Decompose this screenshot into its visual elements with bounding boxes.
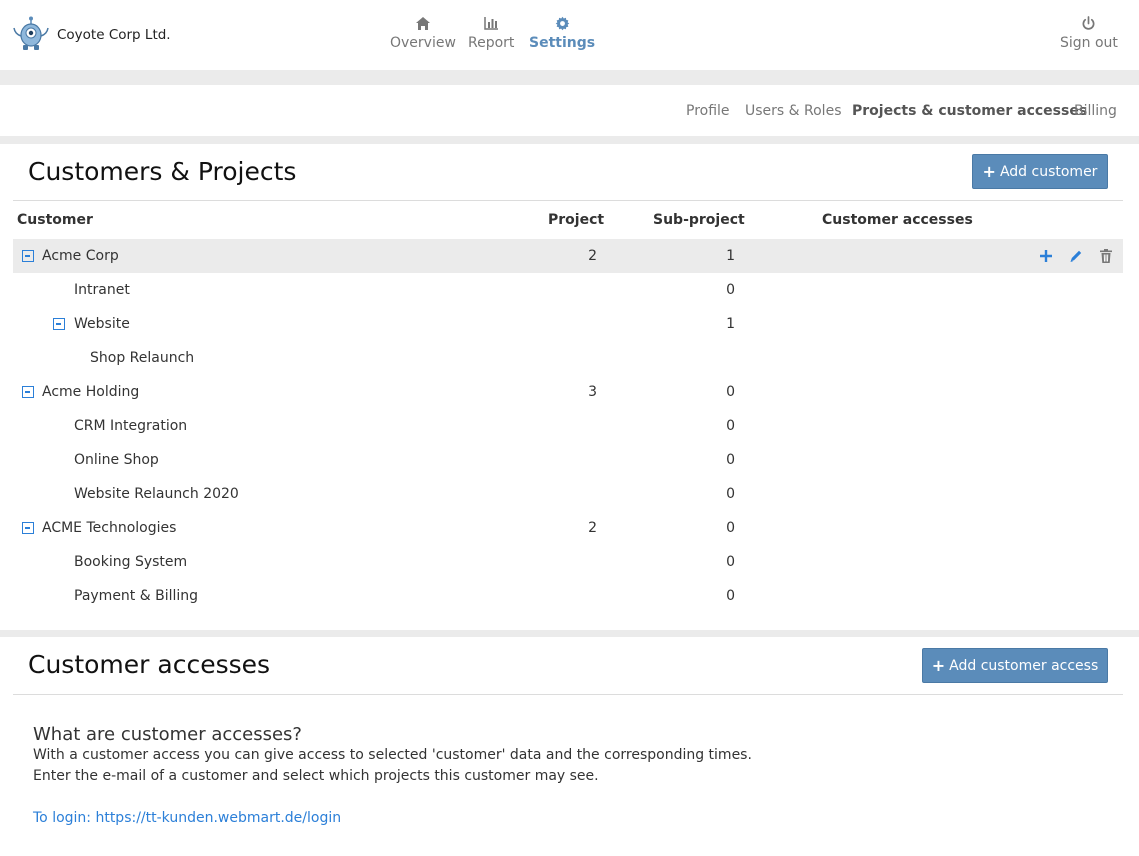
top-navigation: Coyote Corp Ltd. Overview Report Setting…: [0, 0, 1139, 70]
divider: [13, 694, 1123, 695]
plus-icon: +: [931, 655, 946, 675]
row-project-count: 3: [588, 384, 597, 400]
add-customer-label: Add customer: [999, 163, 1098, 180]
row-name: Shop Relaunch: [90, 350, 195, 366]
table-row-customer[interactable]: Acme Corp 2 1: [13, 239, 1123, 273]
row-subproject-count: 1: [726, 248, 735, 264]
table-row-project[interactable]: Booking System 0: [13, 545, 1123, 579]
row-subproject-count: 0: [726, 452, 735, 468]
table-row-project[interactable]: Website 1: [13, 307, 1123, 341]
nav-settings-label: Settings: [529, 35, 596, 51]
row-name: CRM Integration: [74, 418, 188, 434]
home-icon: [390, 16, 456, 32]
add-customer-button[interactable]: + Add customer: [972, 154, 1108, 189]
power-icon: [1060, 16, 1118, 32]
tab-projects-customer-accesses[interactable]: Projects & customer accesses: [852, 103, 1087, 119]
table-row-project[interactable]: Payment & Billing 0: [13, 579, 1123, 613]
row-subproject-count: 0: [726, 486, 735, 502]
nav-report[interactable]: Report: [468, 16, 514, 51]
gear-icon: [529, 16, 595, 32]
divider: [13, 200, 1123, 201]
info-heading: What are customer accesses?: [33, 724, 302, 745]
row-subproject-count: 0: [726, 384, 735, 400]
nav-overview-label: Overview: [390, 35, 456, 51]
column-header-project: Project: [548, 212, 605, 228]
add-icon[interactable]: [1038, 248, 1054, 264]
collapse-toggle-icon[interactable]: [53, 318, 65, 330]
row-project-count: 2: [588, 248, 597, 264]
row-name: Website Relaunch 2020: [74, 486, 239, 502]
row-project-count: 2: [588, 520, 597, 536]
table-row-subproject[interactable]: Shop Relaunch: [13, 341, 1123, 375]
trash-icon[interactable]: [1099, 248, 1115, 264]
plus-icon: +: [982, 161, 996, 181]
table-row-project[interactable]: CRM Integration 0: [13, 409, 1123, 443]
collapse-toggle-icon[interactable]: [22, 522, 34, 534]
edit-pencil-icon[interactable]: [1068, 248, 1084, 264]
table-row-project[interactable]: Online Shop 0: [13, 443, 1123, 477]
row-name: Booking System: [74, 554, 188, 570]
info-text-line1: With a customer access you can give acce…: [33, 747, 752, 763]
column-header-subproject: Sub-project: [653, 212, 745, 228]
row-name: ACME Technologies: [42, 520, 177, 536]
add-customer-access-label: Add customer access: [949, 657, 1099, 674]
collapse-toggle-icon[interactable]: [22, 250, 34, 262]
table-row-project[interactable]: Website Relaunch 2020 0: [13, 477, 1123, 511]
login-link[interactable]: To login: https://tt-kunden.webmart.de/l…: [33, 810, 341, 826]
nav-overview[interactable]: Overview: [390, 16, 456, 51]
tab-profile[interactable]: Profile: [686, 103, 730, 119]
row-name: Website: [74, 316, 130, 332]
row-subproject-count: 0: [726, 520, 735, 536]
column-header-customer: Customer: [17, 212, 93, 228]
robot-logo-icon: [13, 16, 49, 50]
row-subproject-count: 0: [726, 282, 735, 298]
customer-accesses-title: Customer accesses: [28, 650, 271, 679]
table-row-customer[interactable]: Acme Holding 3 0: [13, 375, 1123, 409]
column-header-customer-accesses: Customer accesses: [822, 212, 973, 228]
company-name: Coyote Corp Ltd.: [57, 27, 171, 43]
settings-subnav: Profile Users & Roles Projects & custome…: [0, 85, 1139, 136]
table-row-customer[interactable]: ACME Technologies 2 0: [13, 511, 1123, 545]
row-subproject-count: 0: [726, 418, 735, 434]
customers-projects-title: Customers & Projects: [28, 157, 297, 186]
brand[interactable]: Coyote Corp Ltd.: [12, 16, 171, 54]
bar-chart-icon: [468, 16, 514, 32]
collapse-toggle-icon[interactable]: [22, 386, 34, 398]
row-name: Online Shop: [74, 452, 159, 468]
row-name: Intranet: [74, 282, 130, 298]
sign-out-button[interactable]: Sign out: [1060, 16, 1118, 51]
row-name: Acme Corp: [42, 248, 119, 264]
nav-report-label: Report: [468, 35, 515, 51]
sign-out-label: Sign out: [1060, 35, 1118, 51]
nav-settings[interactable]: Settings: [529, 16, 595, 51]
row-name: Payment & Billing: [74, 588, 199, 604]
tab-billing[interactable]: Billing: [1074, 103, 1117, 119]
row-subproject-count: 0: [726, 588, 735, 604]
add-customer-access-button[interactable]: + Add customer access: [922, 648, 1108, 683]
tab-users-roles[interactable]: Users & Roles: [745, 103, 841, 119]
row-name: Acme Holding: [42, 384, 140, 400]
row-subproject-count: 1: [726, 316, 735, 332]
table-row-project[interactable]: Intranet 0: [13, 273, 1123, 307]
info-text-line2: Enter the e-mail of a customer and selec…: [33, 768, 599, 784]
row-subproject-count: 0: [726, 554, 735, 570]
